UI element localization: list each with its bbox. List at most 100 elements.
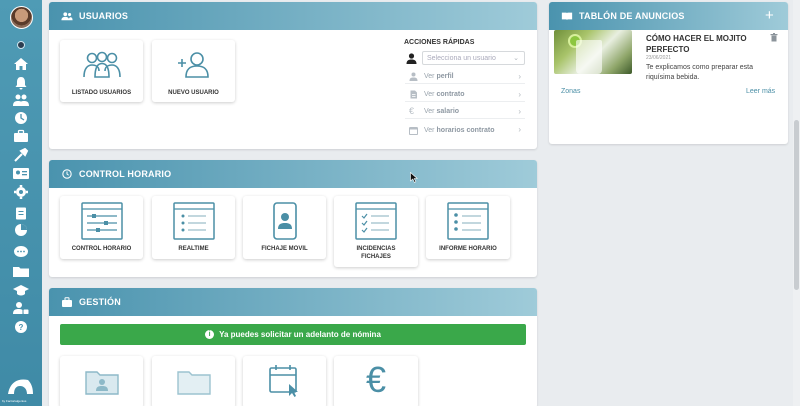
- tile-documentos[interactable]: [60, 356, 143, 406]
- gear-icon[interactable]: [12, 185, 30, 199]
- briefcase-icon: [62, 297, 72, 307]
- quick-action-ver-horarios-contrato[interactable]: Ver horarios contrato ›: [405, 123, 525, 137]
- tile-label: FICHAJE MOVIL: [261, 246, 308, 252]
- chevron-down-icon: ⌄: [513, 55, 519, 62]
- tile-fichaje-movil[interactable]: FICHAJE MOVIL: [243, 196, 326, 259]
- quick-action-label: perfil: [436, 73, 454, 80]
- gestion-header: GESTIÓN: [49, 288, 537, 316]
- quick-action-ver-contrato[interactable]: Ver contrato ›: [405, 88, 525, 102]
- alert-text: Ya puedes solicitar un adelanto de nómin…: [219, 330, 381, 339]
- scrollbar-thumb[interactable]: [794, 120, 799, 290]
- status-indicator: [17, 41, 25, 49]
- chat-icon[interactable]: [12, 245, 30, 259]
- document-icon: [410, 90, 417, 99]
- mobile-icon: [272, 202, 297, 240]
- tile-control-horario[interactable]: CONTROL HORARIO: [60, 196, 143, 259]
- realtime-icon: [172, 202, 215, 240]
- tool-icon[interactable]: [12, 148, 30, 162]
- post-image[interactable]: [554, 30, 632, 74]
- tile-label: INCIDENCIAS FICHAJES: [356, 246, 396, 260]
- quick-action-label: horarios contrato: [436, 126, 495, 134]
- tile-incidencias-fichajes[interactable]: INCIDENCIAS FICHAJES: [334, 196, 418, 267]
- post-date: 23/06/2021: [646, 55, 672, 61]
- sidebar: ? by Factorialgenius: [0, 0, 42, 406]
- page-scrollbar[interactable]: [793, 0, 800, 406]
- chevron-right-icon: ›: [518, 107, 521, 116]
- bell-icon[interactable]: [12, 76, 30, 90]
- help-icon[interactable]: ?: [12, 320, 30, 334]
- quick-action-ver-salario[interactable]: € Ver salario ›: [405, 105, 525, 119]
- post-zonas-link[interactable]: Zonas: [561, 88, 580, 95]
- tablon-header: TABLÓN DE ANUNCIOS +: [549, 2, 788, 30]
- user-select[interactable]: Selecciona un usuario ⌄: [422, 51, 525, 65]
- folder-user-icon: [84, 371, 119, 395]
- euro-icon: €: [365, 359, 387, 400]
- tile-label: INFORME HORARIO: [439, 246, 497, 252]
- select-placeholder: Selecciona un usuario: [427, 55, 496, 62]
- id-card-icon[interactable]: [12, 166, 30, 180]
- chevron-right-icon: ›: [518, 125, 521, 134]
- user-icon: [409, 72, 418, 81]
- info-icon: i: [205, 330, 215, 339]
- tile-label: NUEVO USUARIO: [168, 90, 219, 96]
- folder-icon: [176, 371, 211, 395]
- panel-title: TABLÓN DE ANUNCIOS: [579, 11, 685, 21]
- users-group-icon: [82, 51, 121, 78]
- tile-nomina[interactable]: €: [334, 356, 418, 406]
- svg-text:?: ?: [19, 323, 24, 332]
- quick-action-prefix: Ver: [424, 108, 435, 115]
- quick-action-label: salario: [436, 108, 460, 115]
- usuarios-header: USUARIOS: [49, 2, 537, 30]
- quick-action-prefix: Ver: [424, 91, 435, 98]
- brand-text: by Factorialgenius: [2, 399, 27, 403]
- chevron-right-icon: ›: [518, 90, 521, 99]
- quick-action-prefix: Ver: [424, 73, 435, 80]
- graduation-cap-icon[interactable]: [12, 283, 30, 297]
- panel-title: GESTIÓN: [79, 297, 121, 307]
- folder-icon[interactable]: [12, 264, 30, 278]
- users-icon[interactable]: [12, 93, 30, 107]
- add-user-icon: [177, 52, 209, 78]
- tile-listado-usuarios[interactable]: LISTADO USUARIOS: [60, 40, 143, 102]
- tile-informe-horario[interactable]: INFORME HORARIO: [426, 196, 510, 259]
- payroll-advance-alert[interactable]: i Ya puedes solicitar un adelanto de nóm…: [60, 324, 526, 345]
- quick-action-label: contrato: [436, 91, 465, 98]
- quick-action-prefix: Ver: [424, 126, 435, 134]
- tile-nuevo-usuario[interactable]: NUEVO USUARIO: [152, 40, 235, 102]
- home-icon[interactable]: [12, 57, 30, 71]
- euro-icon: €: [409, 106, 415, 116]
- calendar-icon: [409, 126, 418, 135]
- quick-actions-title: ACCIONES RÁPIDAS: [404, 39, 475, 46]
- brand-logo: [6, 376, 36, 396]
- avatar[interactable]: [10, 6, 33, 29]
- briefcase-icon[interactable]: [12, 129, 30, 143]
- user-lock-icon[interactable]: [12, 301, 30, 315]
- clipboard-icon[interactable]: [12, 206, 30, 220]
- informe-icon: [447, 202, 489, 240]
- tile-label: CONTROL HORARIO: [71, 246, 132, 252]
- clock-icon: [62, 169, 72, 179]
- panel-title: CONTROL HORARIO: [79, 169, 172, 179]
- leer-mas-link[interactable]: Leer más: [746, 88, 775, 95]
- control-horario-icon: [80, 202, 123, 240]
- book-icon: [561, 12, 573, 21]
- tile-carpetas[interactable]: [152, 356, 235, 406]
- tile-label: REALTIME: [178, 246, 209, 252]
- quick-action-ver-perfil[interactable]: Ver perfil ›: [405, 70, 525, 84]
- trash-icon[interactable]: [770, 33, 778, 42]
- calendar-click-icon: [268, 365, 298, 397]
- control-horario-header: CONTROL HORARIO: [49, 160, 537, 188]
- panel-title: USUARIOS: [79, 11, 129, 21]
- add-icon[interactable]: +: [765, 7, 774, 24]
- post-title[interactable]: CÓMO HACER EL MOJITO PERFECTO: [646, 33, 764, 55]
- clock-icon[interactable]: [12, 111, 30, 125]
- tile-realtime[interactable]: REALTIME: [152, 196, 235, 259]
- chevron-right-icon: ›: [518, 72, 521, 81]
- glass-graphic: [576, 40, 602, 74]
- tile-label: LISTADO USUARIOS: [71, 90, 132, 96]
- tile-calendario[interactable]: [243, 356, 326, 406]
- pie-chart-icon[interactable]: [12, 223, 30, 237]
- post-excerpt: Te explicamos como preparar esta riquísi…: [646, 64, 753, 81]
- users-icon: [61, 12, 73, 21]
- mouse-cursor-icon: [410, 172, 418, 183]
